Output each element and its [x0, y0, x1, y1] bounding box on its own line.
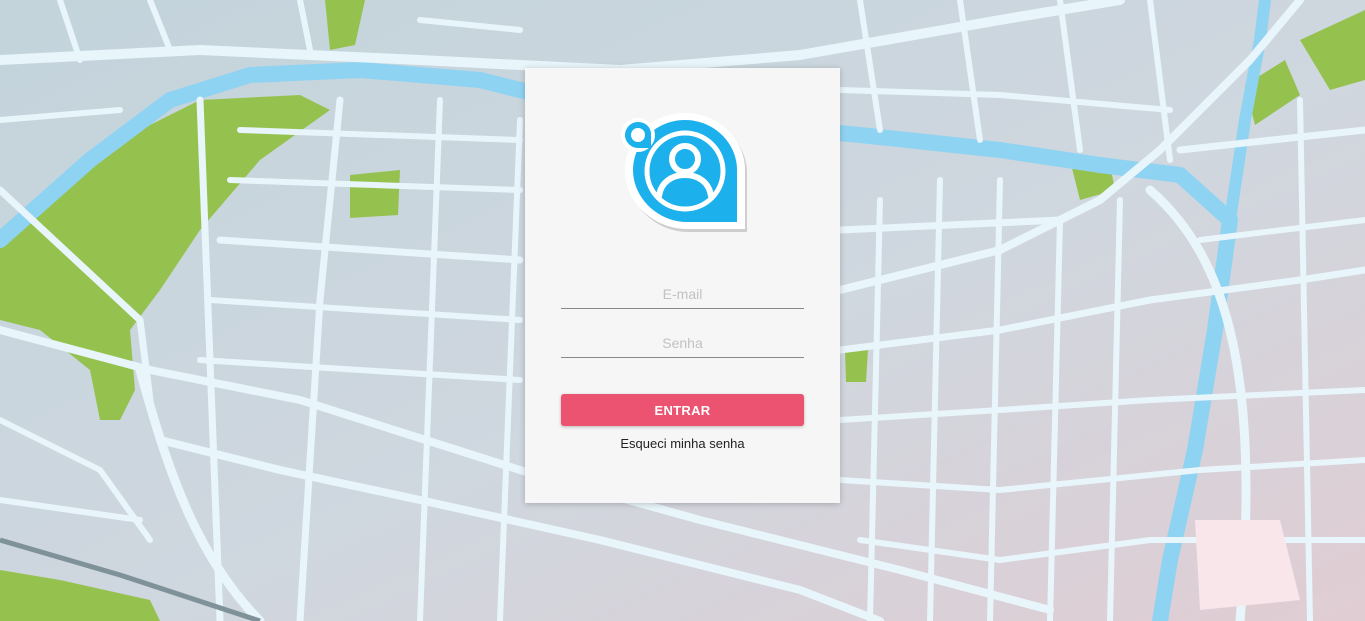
- forgot-password-link[interactable]: Esqueci minha senha: [561, 436, 804, 451]
- login-card: ENTRAR Esqueci minha senha: [525, 68, 840, 503]
- email-field[interactable]: [561, 280, 804, 309]
- user-location-pin-icon: [621, 113, 747, 232]
- password-field[interactable]: [561, 329, 804, 358]
- login-button[interactable]: ENTRAR: [561, 394, 804, 426]
